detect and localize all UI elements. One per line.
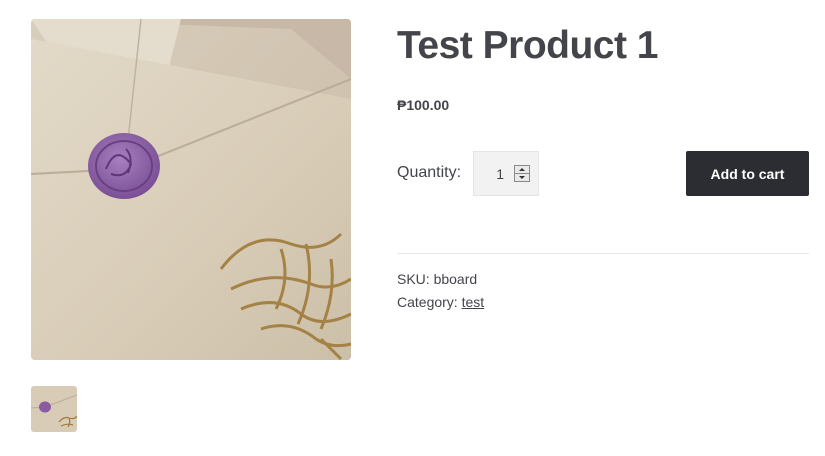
product-sku: SKU: bboard — [397, 271, 477, 287]
quantity-spinner[interactable] — [514, 165, 530, 182]
quantity-value[interactable]: 1 — [474, 166, 504, 182]
product-category: Category: test — [397, 294, 484, 310]
product-thumbnail[interactable] — [31, 386, 77, 432]
product-price: ₱100.00 — [397, 97, 450, 113]
decrement-arrow-icon[interactable] — [515, 174, 529, 181]
sku-label: SKU: — [397, 271, 430, 287]
quantity-input[interactable]: 1 — [473, 151, 539, 196]
category-link[interactable]: test — [462, 294, 485, 310]
quantity-label: Quantity: — [397, 164, 462, 181]
add-to-cart-button[interactable]: Add to cart — [686, 151, 809, 196]
product-main-image[interactable] — [31, 19, 351, 360]
category-label: Category: — [397, 294, 458, 310]
sku-value: bboard — [433, 271, 478, 287]
divider — [397, 253, 809, 254]
add-to-cart-form: Quantity: 1 Add to cart — [397, 151, 809, 196]
product-title: Test Product 1 — [397, 24, 659, 67]
increment-arrow-icon[interactable] — [515, 166, 529, 174]
